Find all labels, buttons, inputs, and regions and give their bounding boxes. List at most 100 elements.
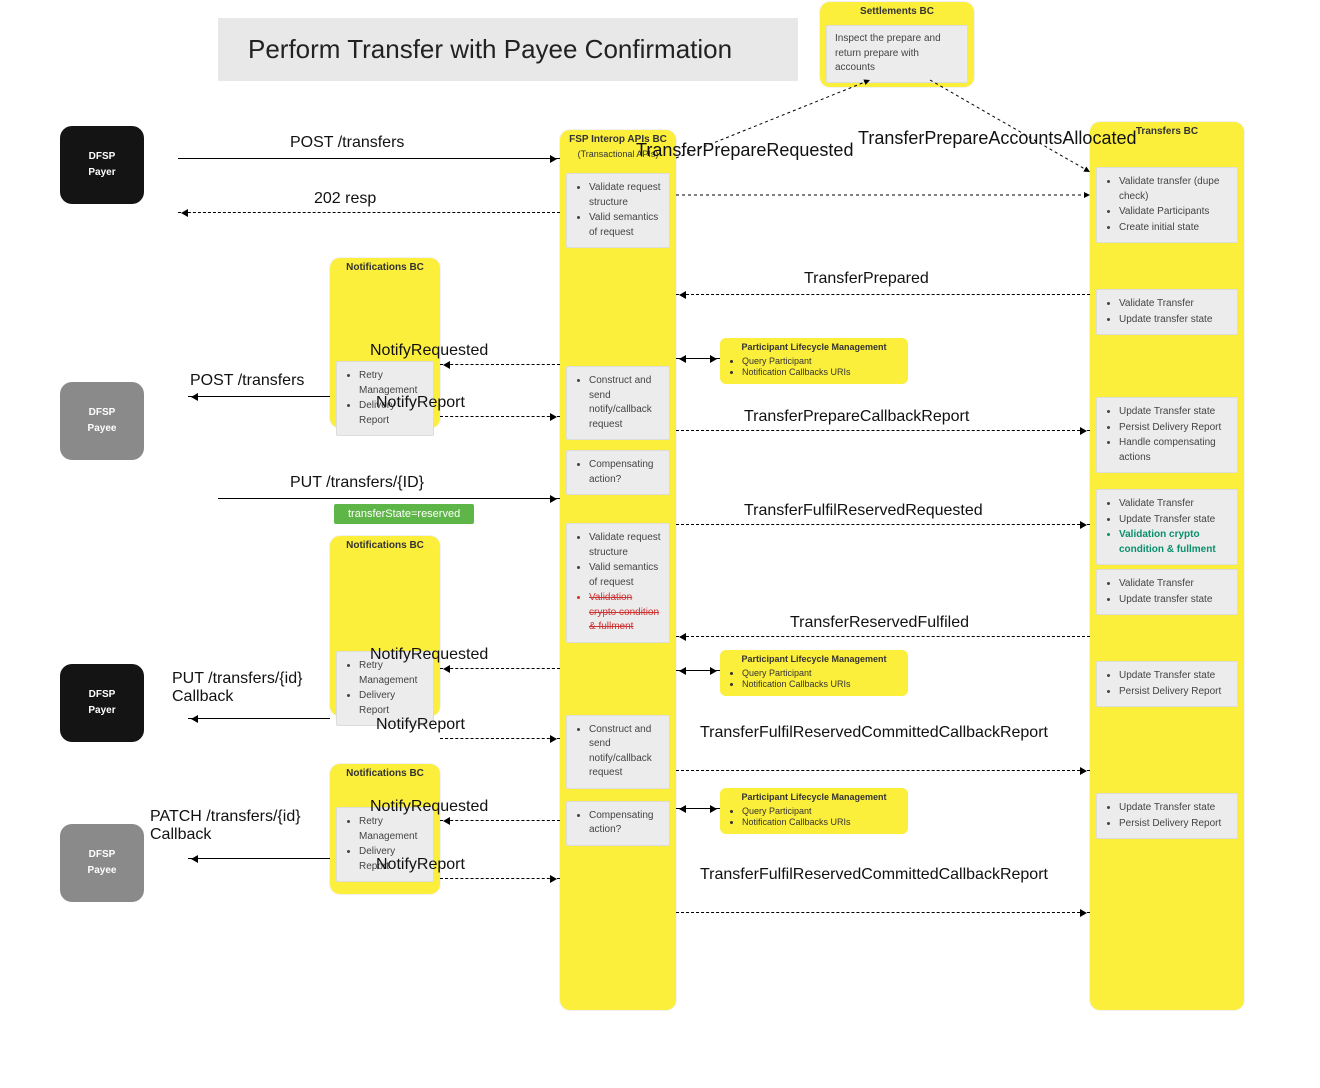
transfers-note-6b: Persist Delivery Report — [1119, 685, 1229, 700]
interop-note-6: Compensating action? — [566, 801, 670, 846]
arrow-notify-req-1 — [440, 364, 560, 365]
arrow-post-transfers-2 — [188, 396, 330, 397]
arrow-post-transfers — [178, 158, 560, 159]
msg-202-resp: 202 resp — [314, 190, 376, 208]
diagram-title-text: Perform Transfer with Payee Confirmation — [248, 34, 732, 64]
msg-notify-rep-2: NotifyReport — [376, 716, 465, 734]
badge-transfer-state-reserved: transferState=reserved — [334, 504, 474, 524]
interop-note-4b: Valid semantics of request — [589, 561, 661, 590]
interop-note-1b: Valid semantics of request — [589, 211, 661, 240]
transfers-note-2a: Validate Transfer — [1119, 297, 1229, 312]
msg-patch-transfers-cb: PATCH /transfers/{id} Callback — [150, 808, 336, 844]
notif2-b: Delivery Report — [359, 689, 425, 718]
transfers-note-7a: Update Transfer state — [1119, 801, 1229, 816]
arrow-plm-1 — [676, 358, 720, 359]
msg-transfer-fulfil-committed-2: TransferFulfilReservedCommittedCallbackR… — [700, 866, 1080, 884]
notif3-a: Retry Management — [359, 815, 425, 844]
actor-dfsp-payer-2-l2: Payer — [88, 703, 115, 719]
interop-note-5: Construct and send notify/callback reque… — [566, 715, 670, 789]
msg-put-transfers-cb-text: PUT /transfers/{id} Callback — [172, 670, 302, 705]
interop-note-3: Compensating action? — [566, 450, 670, 495]
plm-3-title: Participant Lifecycle Management — [726, 792, 902, 805]
interop-note-5-text: Construct and send notify/callback reque… — [589, 723, 661, 781]
transfers-note-5b: Update transfer state — [1119, 593, 1229, 608]
actor-dfsp-payee-1: DFSP Payee — [60, 382, 144, 460]
plm-1-a: Query Participant — [742, 356, 902, 366]
plm-1: Participant Lifecycle Management Query P… — [720, 338, 908, 384]
arrow-transfer-reserved-fulfiled — [676, 636, 1090, 637]
interop-note-4c: Validation crypto condition & fullment — [589, 591, 661, 635]
actor-dfsp-payee-2-l2: Payee — [88, 863, 117, 879]
msg-transfer-prep-cb: TransferPrepareCallbackReport — [744, 408, 969, 426]
msg-notify-rep-3: NotifyReport — [376, 856, 465, 874]
notifications-bc-3-title: Notifications BC — [330, 764, 440, 783]
plm-2: Participant Lifecycle Management Query P… — [720, 650, 908, 696]
transfers-note-3b: Persist Delivery Report — [1119, 421, 1229, 436]
transfers-bc: Transfers BC Validate transfer (dupe che… — [1090, 122, 1244, 1010]
actor-dfsp-payee-2-l1: DFSP — [89, 847, 116, 863]
arrow-patch-transfers-cb — [188, 858, 330, 859]
arrow-transfer-prep-cb — [676, 430, 1090, 431]
interop-bc: FSP Interop APIs BC (Transactional APIs)… — [560, 130, 676, 1010]
plm-2-title: Participant Lifecycle Management — [726, 654, 902, 667]
interop-note-6-text: Compensating action? — [589, 809, 661, 838]
plm-2-a: Query Participant — [742, 668, 902, 678]
msg-notify-rep-1: NotifyReport — [376, 394, 465, 412]
transfers-note-3a: Update Transfer state — [1119, 405, 1229, 420]
interop-note-2: Construct and send notify/callback reque… — [566, 366, 670, 440]
transfers-note-2b: Update transfer state — [1119, 313, 1229, 328]
arrow-notify-rep-3 — [440, 878, 560, 879]
msg-notify-req-1: NotifyRequested — [370, 342, 488, 360]
arrow-notify-req-3 — [440, 820, 560, 821]
msg-transfer-prep-alloc: TransferPrepareAccountsAllocated — [858, 128, 1136, 149]
msg-transfer-fulfil-committed-text: TransferFulfilReservedCommittedCallbackR… — [700, 724, 1048, 741]
interop-note-4: Validate request structure Valid semanti… — [566, 523, 670, 643]
transfers-note-6a: Update Transfer state — [1119, 669, 1229, 684]
actor-dfsp-payer-1: DFSP Payer — [60, 126, 144, 204]
msg-transfer-prep-req: TransferPrepareRequested — [636, 140, 853, 161]
transfers-note-1b: Validate Participants — [1119, 205, 1229, 220]
interop-note-3-text: Compensating action? — [589, 458, 661, 487]
msg-post-transfers-2: POST /transfers — [190, 372, 304, 390]
transfers-note-4: Validate Transfer Update Transfer state … — [1096, 489, 1238, 565]
msg-transfer-fulfil-committed-2-text: TransferFulfilReservedCommittedCallbackR… — [700, 866, 1048, 883]
msg-post-transfers: POST /transfers — [290, 134, 404, 152]
settlements-note-text: Inspect the prepare and return prepare w… — [835, 33, 941, 73]
transfers-note-7b: Persist Delivery Report — [1119, 817, 1229, 832]
notifications-bc-1-title: Notifications BC — [330, 258, 440, 277]
transfers-note-2: Validate Transfer Update transfer state — [1096, 289, 1238, 335]
arrow-put-transfers-cb — [188, 718, 330, 719]
actor-dfsp-payee-2: DFSP Payee — [60, 824, 144, 902]
transfers-note-7: Update Transfer state Persist Delivery R… — [1096, 793, 1238, 839]
plm-3-b: Notification Callbacks URIs — [742, 817, 902, 827]
arrow-transfer-fulfil-committed-2 — [676, 912, 1090, 913]
arrow-202-resp — [178, 212, 560, 213]
transfers-note-5a: Validate Transfer — [1119, 577, 1229, 592]
msg-patch-transfers-cb-text: PATCH /transfers/{id} Callback — [150, 808, 301, 843]
plm-3: Participant Lifecycle Management Query P… — [720, 788, 908, 834]
arrow-plm-3 — [676, 808, 720, 809]
notifications-bc-2-title: Notifications BC — [330, 536, 440, 555]
settlements-bc-title: Settlements BC — [820, 2, 974, 21]
arrow-put-transfers — [218, 498, 560, 499]
transfers-note-4a: Validate Transfer — [1119, 497, 1229, 512]
arrow-plm-2 — [676, 670, 720, 671]
actor-dfsp-payer-2: DFSP Payer — [60, 664, 144, 742]
transfers-note-4b: Update Transfer state — [1119, 513, 1229, 528]
diagram-title: Perform Transfer with Payee Confirmation — [218, 18, 798, 81]
actor-dfsp-payer-1-l1: DFSP — [89, 149, 116, 165]
msg-put-transfers: PUT /transfers/{ID} — [290, 474, 424, 492]
transfers-note-1: Validate transfer (dupe check) Validate … — [1096, 167, 1238, 243]
actor-dfsp-payee-1-l1: DFSP — [89, 405, 116, 421]
notifications-bc-3: Notifications BC Retry Management Delive… — [330, 764, 440, 894]
notifications-bc-2: Notifications BC Retry Management Delive… — [330, 536, 440, 716]
actor-dfsp-payer-2-l1: DFSP — [89, 687, 116, 703]
transfers-note-3c: Handle compensating actions — [1119, 436, 1229, 465]
transfers-note-5: Validate Transfer Update transfer state — [1096, 569, 1238, 615]
plm-1-title: Participant Lifecycle Management — [726, 342, 902, 355]
transfers-note-1c: Create initial state — [1119, 221, 1229, 236]
interop-note-1: Validate request structure Valid semanti… — [566, 173, 670, 248]
interop-note-2-text: Construct and send notify/callback reque… — [589, 374, 661, 432]
msg-transfer-fulfil-committed: TransferFulfilReservedCommittedCallbackR… — [700, 724, 1080, 742]
msg-put-transfers-cb: PUT /transfers/{id} Callback — [172, 670, 336, 706]
